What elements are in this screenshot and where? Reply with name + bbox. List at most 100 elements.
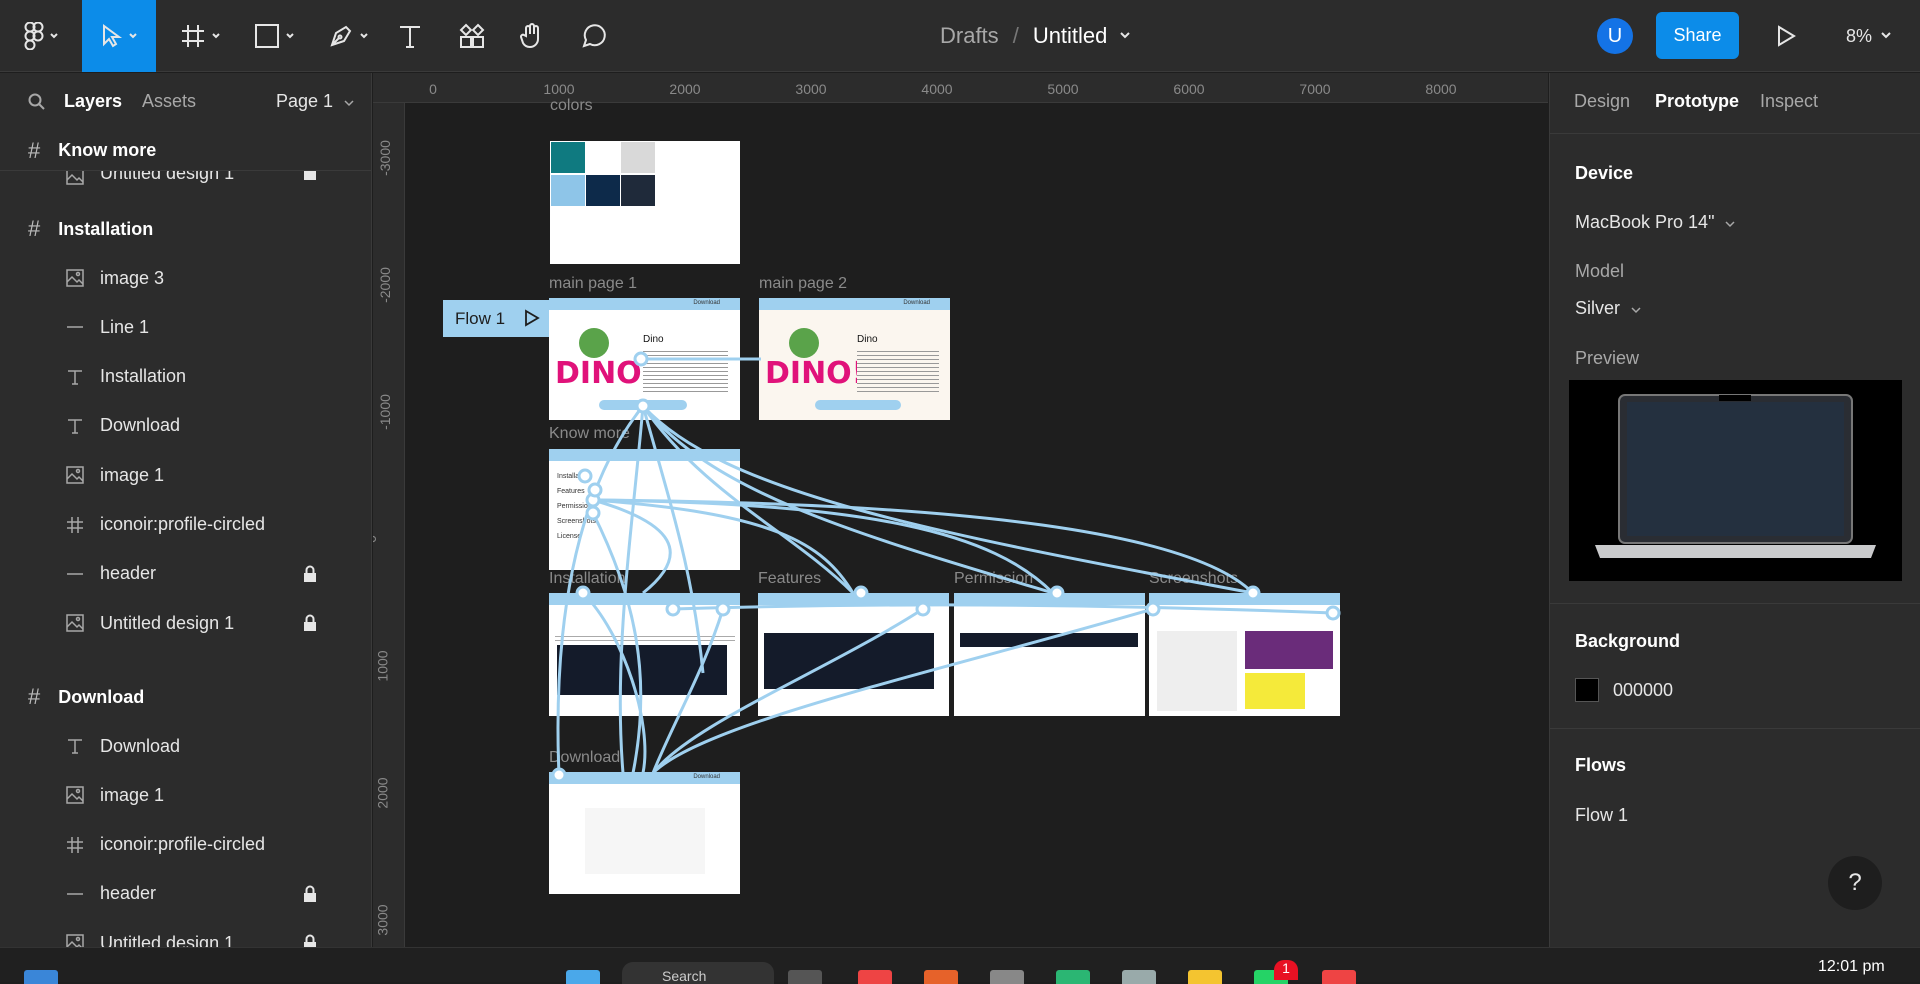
permission-frame[interactable] [954, 593, 1145, 716]
layer-label: image 3 [100, 267, 165, 288]
layer-frame-know-more[interactable]: # Know more [0, 131, 371, 171]
screenshot-image [1245, 673, 1305, 709]
background-color-swatch[interactable] [1575, 678, 1599, 702]
tab-assets[interactable]: Assets [142, 91, 196, 112]
layer-row[interactable]: Line 1 [0, 303, 371, 351]
model-label: Model [1575, 261, 1625, 281]
frame-label-screenshots[interactable]: Screenshots [1149, 570, 1238, 588]
know-more-link: Installation [557, 473, 591, 480]
main-page-2-frame[interactable]: Download DINO! Dino [759, 298, 950, 420]
present-button[interactable] [1770, 0, 1802, 72]
frame-label-main-page-1[interactable]: main page 1 [549, 275, 637, 293]
device-heading: Device [1575, 163, 1634, 183]
lock-icon[interactable] [303, 885, 317, 903]
layer-row[interactable]: iconoir:profile-circled [0, 821, 371, 869]
colors-frame[interactable] [550, 141, 740, 264]
frame-label-permission[interactable]: Permission [954, 570, 1033, 588]
frame-icon [64, 834, 86, 856]
taskbar-search[interactable]: Search [622, 962, 774, 984]
zoom-dropdown[interactable]: 8% [1846, 0, 1892, 72]
frame-label-features[interactable]: Features [758, 570, 821, 588]
flow-list-item[interactable]: Flow 1 [1575, 805, 1628, 826]
layer-row[interactable]: Installation [0, 353, 371, 401]
ruler-tick-label: 4000 [921, 81, 953, 97]
rectangle-icon [255, 24, 279, 48]
intro-paragraph [857, 348, 939, 392]
know-more-link: License [557, 533, 582, 540]
file-title[interactable]: Untitled [1033, 23, 1108, 49]
layer-row[interactable]: image 3 [0, 254, 371, 302]
main-page-1-frame[interactable]: Download DINO! Dino [549, 298, 740, 420]
image-icon [64, 784, 86, 806]
download-frame[interactable]: Download [549, 772, 740, 894]
lock-icon[interactable] [303, 934, 317, 947]
color-swatch [621, 142, 655, 173]
avatar[interactable]: U [1597, 18, 1633, 54]
frame-hash-icon: # [28, 684, 41, 709]
frame-hash-icon: # [28, 216, 41, 241]
chevron-down-icon [1725, 221, 1736, 228]
help-button[interactable]: ? [1828, 856, 1882, 910]
know-more-frame[interactable]: Installation Features Permission Screenshot… [549, 449, 740, 570]
text-tool-button[interactable] [392, 0, 428, 72]
frame-label-colors[interactable]: colors [550, 97, 593, 115]
flow-starting-point[interactable]: Flow 1 [443, 300, 549, 337]
chevron-down-icon [360, 33, 368, 39]
frame-label-know-more[interactable]: Know more [549, 425, 630, 443]
share-button[interactable]: Share [1656, 12, 1739, 59]
layer-label: Download [100, 415, 181, 436]
layer-row[interactable]: header [0, 550, 371, 598]
dino-mascot-image [579, 328, 609, 358]
layer-row[interactable]: image 1 [0, 451, 371, 499]
tab-inspect[interactable]: Inspect [1760, 91, 1818, 112]
layer-row[interactable]: header [0, 870, 371, 918]
layer-row[interactable]: image 1 [0, 771, 371, 819]
model-select[interactable]: Silver [1575, 298, 1641, 319]
frame-label-download[interactable]: Download [549, 749, 620, 767]
layer-label: Download [100, 735, 181, 756]
lock-icon[interactable] [303, 614, 317, 632]
breadcrumb-drafts[interactable]: Drafts [940, 23, 999, 49]
text-icon [64, 366, 86, 388]
resources-button[interactable] [456, 0, 488, 72]
chevron-down-icon[interactable] [1119, 31, 1131, 41]
shape-tool-button[interactable] [246, 0, 302, 72]
hand-tool-button[interactable] [516, 0, 548, 72]
frame-label-main-page-2[interactable]: main page 2 [759, 275, 847, 293]
layer-row[interactable]: iconoir:profile-circled [0, 501, 371, 549]
page-selector[interactable]: Page 1 [276, 91, 354, 112]
figma-menu-button[interactable] [14, 0, 68, 72]
tab-design[interactable]: Design [1574, 91, 1630, 112]
search-icon[interactable] [28, 93, 46, 111]
system-clock[interactable]: 12:01 pm [1818, 958, 1885, 976]
color-swatch [621, 175, 655, 206]
move-tool-button[interactable] [82, 0, 156, 72]
device-select[interactable]: MacBook Pro 14" [1575, 212, 1736, 233]
screenshots-frame[interactable] [1149, 593, 1340, 716]
background-hex-input[interactable]: 000000 [1613, 680, 1673, 701]
layer-row[interactable]: Download [0, 402, 371, 450]
features-list-block [764, 633, 934, 689]
frame-label-installation[interactable]: Installation [549, 570, 626, 588]
image-icon [64, 612, 86, 634]
frame-tool-button[interactable] [172, 0, 228, 72]
layer-label: Untitled design 1 [100, 612, 235, 633]
features-frame[interactable] [758, 593, 949, 716]
installation-frame[interactable] [549, 593, 740, 716]
pen-tool-button[interactable] [320, 0, 376, 72]
header-download-link: Download [693, 774, 720, 780]
layers-panel-header: Layers Assets Page 1 [0, 73, 371, 129]
chevron-down-icon [1631, 307, 1641, 314]
comment-tool-button[interactable] [578, 0, 610, 72]
layer-row[interactable]: Download [0, 722, 371, 770]
layer-frame-download[interactable]: # Download [0, 673, 371, 721]
pen-icon [330, 25, 352, 47]
tab-prototype[interactable]: Prototype [1655, 91, 1739, 112]
design-canvas[interactable]: 0 1000 2000 3000 4000 5000 6000 7000 8000 -3000-… [373, 73, 1548, 947]
intro-paragraph [643, 348, 728, 392]
lock-icon[interactable] [303, 565, 317, 583]
layer-row[interactable]: Untitled design 1 [0, 919, 371, 947]
layer-row[interactable]: Untitled design 1 [0, 599, 371, 647]
layer-frame-installation[interactable]: # Installation [0, 205, 371, 253]
tab-layers[interactable]: Layers [64, 91, 122, 112]
